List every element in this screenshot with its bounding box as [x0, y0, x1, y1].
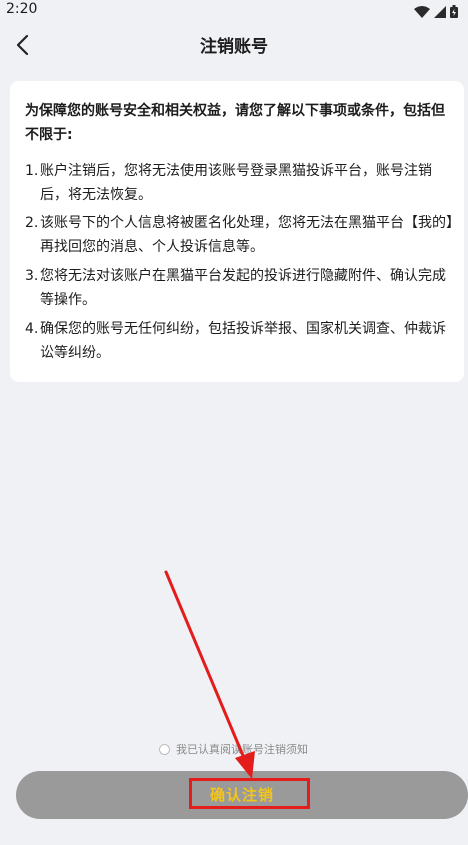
agreement-label: 我已认真阅读账号注销须知 [176, 743, 308, 756]
notice-item-text: 该账号下的个人信息将被匿名化处理，您将无法在黑猫平台【我的】再找回您的消息、个人… [40, 215, 453, 255]
notice-item-number: 2. [25, 215, 39, 231]
status-time: 2:20 [6, 1, 38, 17]
notice-item: 4. 确保您的账号无任何纠纷，包括投诉举报、国家机关调查、仲裁诉讼等纠纷。 [25, 317, 457, 365]
notice-item-number: 4. [25, 321, 39, 337]
notice-item-text: 您将无法对该账户在黑猫平台发起的投诉进行隐藏附件、确认完成等操作。 [40, 268, 446, 308]
agreement-radio[interactable] [159, 743, 170, 755]
page-title: 注销账号 [200, 37, 268, 57]
notice-item-text: 确保您的账号无任何纠纷，包括投诉举报、国家机关调查、仲裁诉讼等纠纷。 [40, 321, 446, 361]
notice-item: 1. 账户注销后，您将无法使用该账号登录黑猫投诉平台，账号注销后，将无法恢复。 [25, 159, 457, 207]
notice-item: 3. 您将无法对该账户在黑猫平台发起的投诉进行隐藏附件、确认完成等操作。 [25, 264, 457, 312]
agreement-checkbox[interactable]: 我已认真阅读账号注销须知 [159, 741, 308, 757]
notice-item-number: 1. [25, 163, 39, 179]
notice-intro: 为保障您的账号安全和相关权益，请您了解以下事项或条件，包括但不限于: [25, 103, 445, 143]
notice-item-number: 3. [25, 268, 39, 284]
notice-item: 2. 该账号下的个人信息将被匿名化处理，您将无法在黑猫平台【我的】再找回您的消息… [25, 211, 457, 259]
status-bar: 2:20 [0, 0, 468, 20]
annotation-highlight-box [189, 778, 310, 809]
top-navigation-bar: 注销账号 [0, 20, 468, 68]
notice-card: 为保障您的账号安全和相关权益，请您了解以下事项或条件，包括但不限于: 1. 账户… [10, 81, 464, 382]
notice-item-text: 账户注销后，您将无法使用该账号登录黑猫投诉平台，账号注销后，将无法恢复。 [40, 163, 432, 203]
